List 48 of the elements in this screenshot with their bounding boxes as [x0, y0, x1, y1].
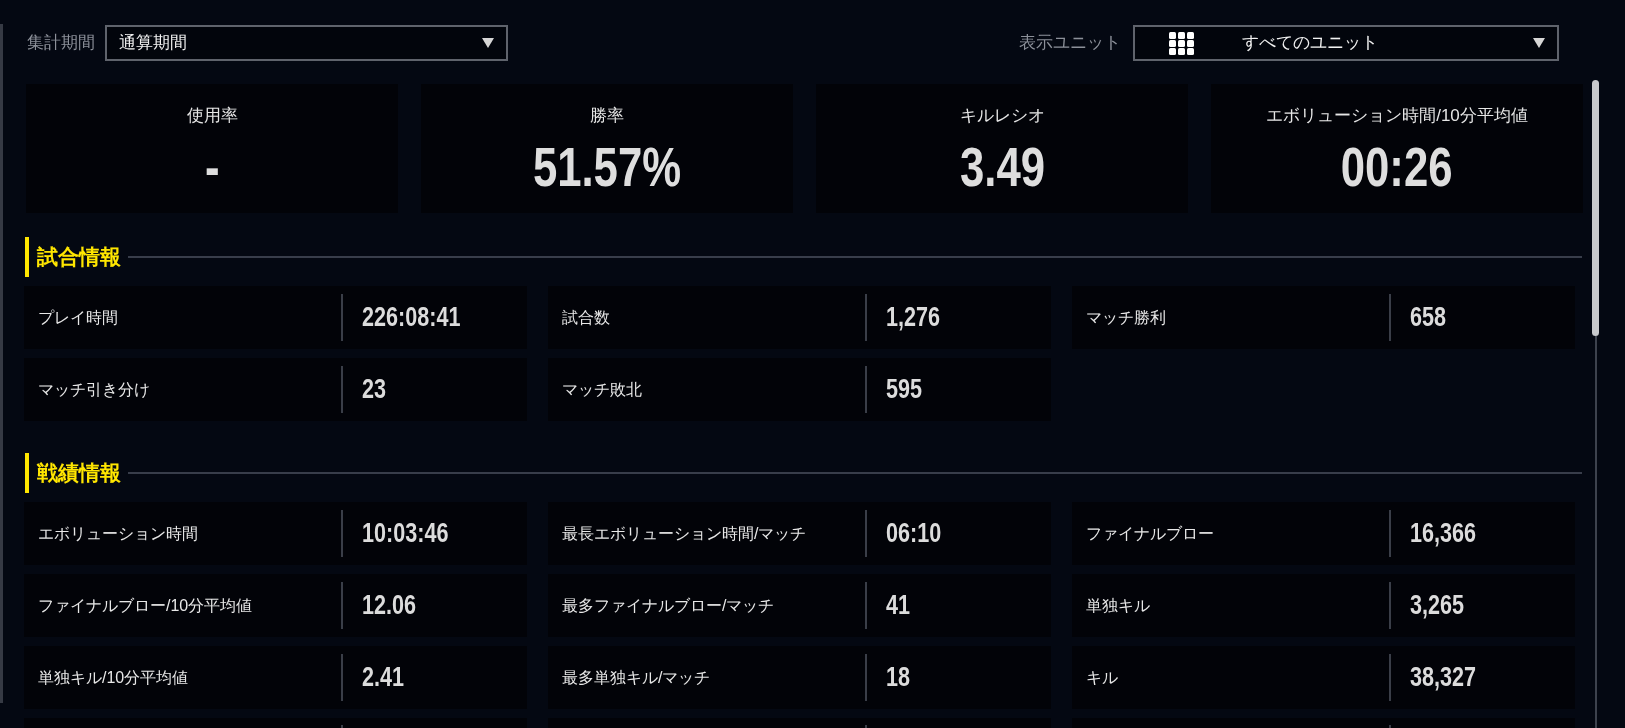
- stat-label: 試合数: [562, 308, 610, 326]
- stat-label: 単独キル/10分平均値: [38, 668, 189, 686]
- stat-value: 23: [361, 374, 386, 405]
- stat-value: 41: [885, 590, 910, 621]
- grid-icon: [1169, 31, 1194, 55]
- summary-label: 使用率: [186, 105, 238, 127]
- stat-value: 16,366: [1409, 518, 1476, 549]
- stat-label: マッチ勝利: [1086, 308, 1166, 326]
- stat-label: 最多ファイナルブロー/マッチ: [562, 596, 775, 614]
- stat-label: 単独キル: [1086, 596, 1150, 614]
- stat-label: ファイナルブロー/10分平均値: [38, 596, 253, 614]
- stat-value: 12.06: [361, 590, 416, 621]
- stat-value: 10:03:46: [361, 518, 449, 549]
- scrollbar-thumb[interactable]: [1592, 80, 1599, 336]
- stat-value: 226:08:41: [361, 302, 461, 333]
- summary-label: エボリューション時間/10分平均値: [1266, 105, 1528, 127]
- stat-label: 最長エボリューション時間/マッチ: [562, 524, 807, 542]
- stat-value: 06:10: [885, 518, 942, 549]
- stat-label: マッチ敗北: [562, 380, 642, 398]
- stat-label: 最多単独キル/マッチ: [562, 668, 711, 686]
- stat-label: マッチ引き分け: [38, 380, 150, 398]
- stat-value: 595: [885, 374, 922, 405]
- section-title: 試合情報: [37, 244, 121, 270]
- summary-label: キルレシオ: [959, 105, 1045, 127]
- stat-label: ファイナルブロー: [1086, 524, 1214, 542]
- summary-label: 勝率: [590, 105, 624, 127]
- summary-value: -: [204, 139, 220, 195]
- unit-label: 表示ユニット: [1019, 32, 1121, 54]
- stat-label: キル: [1086, 668, 1118, 686]
- unit-dropdown[interactable]: すべてのユニット: [1133, 25, 1559, 61]
- stat-value: 2.41: [361, 662, 404, 693]
- stat-label: エボリューション時間: [38, 524, 198, 542]
- summary-value: 00:26: [1341, 139, 1453, 195]
- accent-bar: [25, 237, 29, 277]
- caret-icon: [1533, 38, 1545, 48]
- stat-value: 38,327: [1409, 662, 1476, 693]
- accent-bar: [25, 453, 29, 493]
- stat-value: 3,265: [1409, 590, 1464, 621]
- summary-value: 51.57%: [532, 139, 682, 195]
- caret-icon: [482, 38, 494, 48]
- section-title: 戦績情報: [37, 460, 121, 486]
- stat-value: 658: [1409, 302, 1446, 333]
- period-dropdown[interactable]: 通算期間: [105, 25, 508, 61]
- stat-label: プレイ時間: [38, 308, 118, 326]
- stat-value: 1,276: [885, 302, 940, 333]
- summary-value: 3.49: [959, 139, 1045, 195]
- period-label: 集計期間: [27, 32, 95, 54]
- stat-value: 18: [885, 662, 910, 693]
